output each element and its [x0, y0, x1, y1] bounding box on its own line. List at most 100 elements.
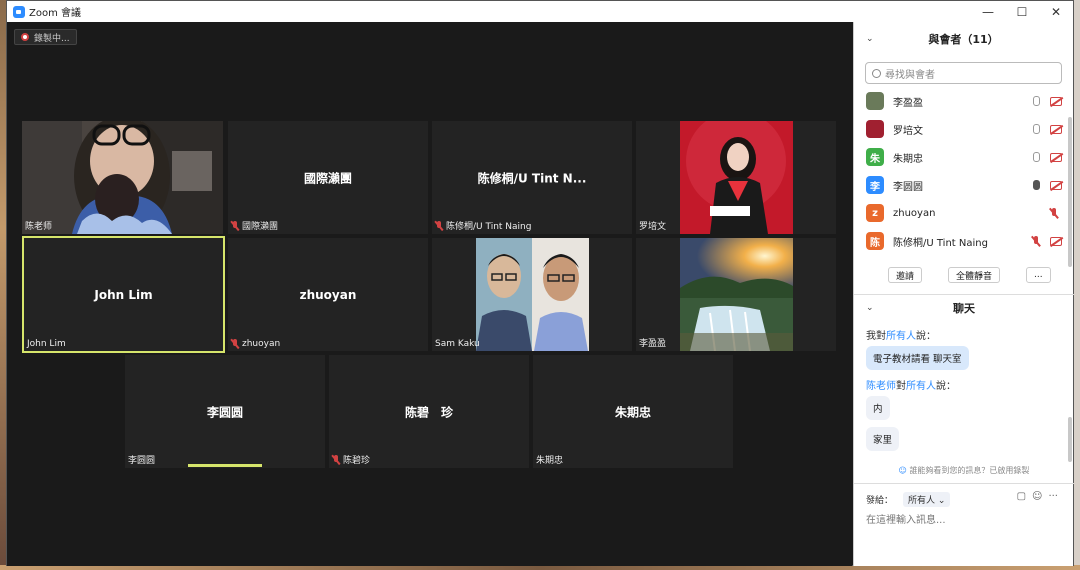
video-off-icon: [1050, 96, 1062, 106]
chat-messages: 我對所有人說： 電子教材請看 聊天室 陈老师對所有人說： 内 家里: [854, 327, 1074, 458]
tile-label: 國際瀨團: [231, 219, 278, 232]
avatar: [866, 120, 884, 138]
tile-label: zhuoyan: [231, 339, 280, 349]
muted-mic-icon: [231, 220, 239, 231]
participant-item-name: 朱期忠: [893, 153, 923, 165]
user-icon: ☺: [898, 466, 910, 475]
window-title: Zoom 會議: [29, 8, 82, 19]
video-off-icon: [1050, 180, 1062, 190]
avatar: 朱: [866, 148, 884, 166]
panel-divider: [854, 294, 1074, 295]
participant-item[interactable]: 李 李圆圆: [854, 171, 1073, 199]
participant-item[interactable]: 朱 朱期忠: [854, 143, 1073, 171]
to-label: 發給：: [866, 495, 894, 506]
recording-label: 錄製中...: [34, 33, 70, 44]
participant-item[interactable]: z zhuoyan: [854, 199, 1073, 227]
chat-message: 家里: [866, 427, 900, 451]
video-tile-john-lim[interactable]: John Lim John Lim: [22, 236, 225, 353]
participant-item-name: 罗培文: [893, 125, 923, 137]
teacher-video-feed: [22, 121, 223, 234]
maximize-button[interactable]: ☐: [1005, 1, 1039, 22]
video-tile-luo-peiwen[interactable]: 罗培文: [636, 121, 836, 234]
video-off-icon: [1050, 236, 1062, 246]
avatar: 李: [866, 176, 884, 194]
participant-item[interactable]: 李盈盈: [854, 87, 1073, 115]
video-tile-teacher[interactable]: 陈老师: [22, 121, 223, 234]
participant-search-input[interactable]: 尋找與會者: [865, 62, 1062, 84]
recipient-link[interactable]: 所有人: [886, 331, 916, 342]
participant-item[interactable]: 罗培文: [854, 115, 1073, 143]
chat-recipient-row: 發給： 所有人 ⌄ ▢ ☺ ···: [866, 491, 1066, 507]
muted-mic-icon: [332, 454, 340, 465]
video-off-icon: [1050, 152, 1062, 162]
tile-label: 朱期忠: [536, 456, 564, 466]
tile-label: 李盈盈: [639, 339, 667, 349]
participant-name: John Lim: [94, 287, 153, 302]
muted-mic-icon: [231, 339, 239, 349]
participant-name: 陈修桐/U Tint N...: [477, 171, 587, 185]
tile-label: 李圆圆: [128, 456, 156, 466]
participant-name: 陈碧 珍: [404, 405, 453, 419]
sender-link[interactable]: 陈老师: [866, 381, 896, 392]
chat-privacy-notice[interactable]: ☺ 誰能夠看到您的訊息？已啟用錄製: [854, 465, 1074, 476]
participant-item-name: 李盈盈: [893, 97, 923, 109]
video-tile-chen-xiutong[interactable]: 陈修桐/U Tint N... 陈修桐/U Tint Naing: [432, 121, 632, 234]
muted-mic-icon: [1050, 207, 1058, 219]
tile-label: 罗培文: [639, 222, 667, 232]
video-tile-zhu-qizhong[interactable]: 朱期忠 朱期忠: [533, 355, 733, 468]
video-tile-zhuoyan[interactable]: zhuoyan zhuoyan: [228, 238, 428, 351]
video-tile-li-yuanyuan[interactable]: 李圆圆 李圆圆: [125, 355, 325, 468]
luo-peiwen-photo: [680, 121, 793, 234]
recipient-link[interactable]: 所有人: [906, 381, 936, 392]
participant-item-name: 陈修桐/U Tint Naing: [893, 237, 988, 249]
participants-scrollbar[interactable]: [1068, 117, 1072, 267]
window-controls: — ☐ ✕: [971, 1, 1073, 22]
avatar: z: [866, 204, 884, 222]
recipient-dropdown[interactable]: 所有人 ⌄: [903, 491, 951, 507]
muted-mic-icon: [435, 220, 443, 231]
compose-divider: [854, 483, 1074, 484]
zoom-window: Zoom 會議 — ☐ ✕ 錄製中... 陈老师 國際瀨團 國際瀨團 陈修桐/U…: [6, 0, 1074, 566]
participant-name: 李圆圆: [206, 405, 243, 419]
mic-icon: [1032, 123, 1040, 135]
mic-active-icon: [1032, 179, 1040, 191]
file-icon[interactable]: ▢: [1017, 491, 1026, 502]
search-placeholder: 尋找與會者: [885, 69, 935, 81]
video-off-icon: [1050, 124, 1062, 134]
recording-indicator[interactable]: 錄製中...: [14, 29, 77, 45]
participant-name: zhuoyan: [299, 287, 357, 302]
video-tile-sam-kaku[interactable]: Sam Kaku: [432, 238, 632, 351]
invite-button[interactable]: 邀請: [888, 267, 923, 283]
speaking-indicator: [188, 464, 262, 467]
tile-label: John Lim: [27, 339, 66, 349]
tile-label: 陈老师: [25, 222, 53, 232]
video-tile-international[interactable]: 國際瀨團 國際瀨團: [228, 121, 428, 234]
video-gallery: 錄製中... 陈老师 國際瀨團 國際瀨團 陈修桐/U Tint N... 陈修桐…: [7, 22, 852, 566]
chat-header: ⌄ 聊天: [854, 297, 1074, 319]
close-button[interactable]: ✕: [1039, 1, 1073, 22]
participant-item-name: zhuoyan: [893, 207, 936, 219]
chat-message: 内: [866, 396, 890, 420]
video-tile-chen-bizhen[interactable]: 陈碧 珍 陈碧珍: [329, 355, 529, 468]
collapse-chevron-icon[interactable]: ⌄: [866, 34, 874, 44]
chat-title: 聊天: [953, 302, 975, 315]
avatar: 陈: [866, 232, 884, 250]
mic-icon: [1032, 151, 1040, 163]
participant-name: 國際瀨團: [303, 171, 352, 185]
video-tile-li-yingying[interactable]: 李盈盈: [636, 238, 836, 351]
collapse-chevron-icon[interactable]: ⌄: [866, 303, 874, 313]
chat-message: 電子教材請看 聊天室: [866, 346, 969, 370]
participant-item-name: 李圆圆: [893, 181, 923, 193]
more-icon[interactable]: ···: [1048, 491, 1058, 502]
chat-sender: 陈老师對所有人說：: [866, 381, 956, 392]
mute-all-button[interactable]: 全體靜音: [948, 267, 1001, 283]
participant-item[interactable]: 陈 陈修桐/U Tint Naing: [854, 227, 1073, 255]
chat-input[interactable]: 在這裡輸入訊息...: [866, 511, 946, 526]
more-button[interactable]: ...: [1026, 267, 1051, 283]
zoom-app-icon: [13, 5, 25, 18]
participants-title: 與會者（11）: [928, 33, 999, 46]
chat-scrollbar[interactable]: [1068, 417, 1072, 462]
minimize-button[interactable]: —: [971, 1, 1005, 22]
emoji-icon[interactable]: ☺: [1032, 491, 1042, 502]
li-yingying-photo: [680, 238, 793, 351]
